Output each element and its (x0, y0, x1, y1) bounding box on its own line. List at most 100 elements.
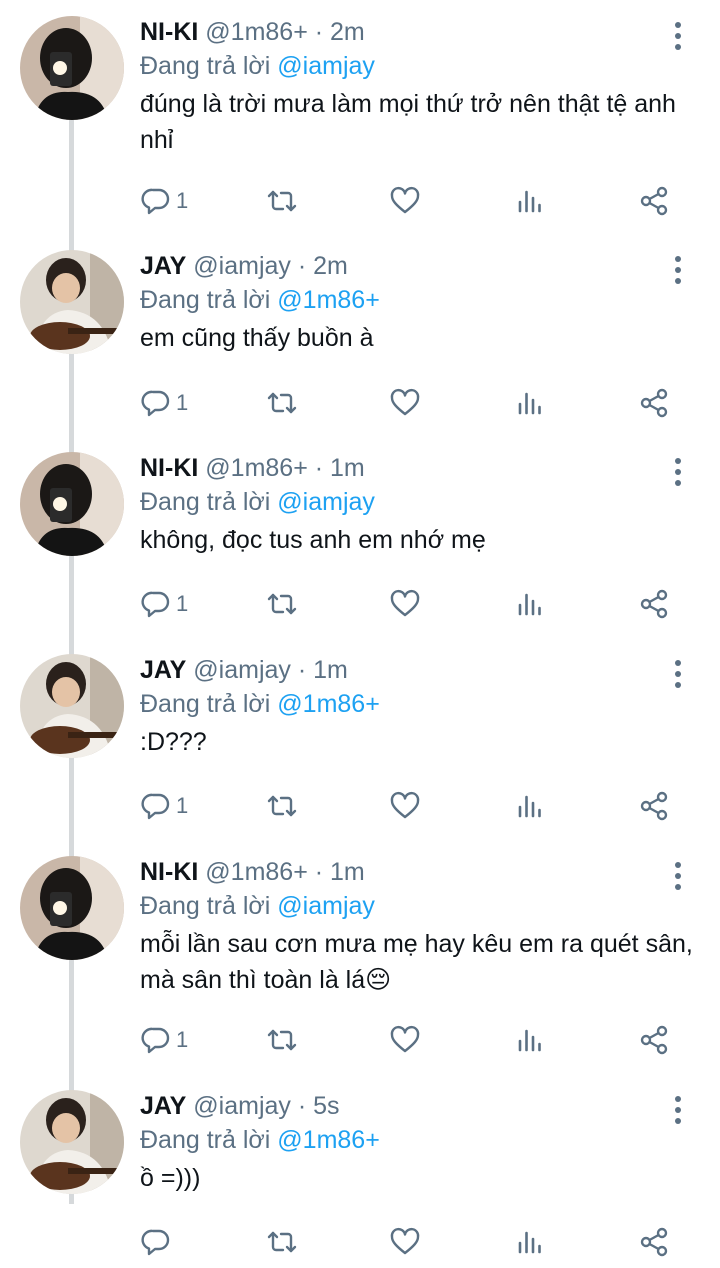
handle-time: @iamjay · 2m (193, 252, 348, 280)
tweet-text: em cũng thấy buồn à (140, 324, 374, 352)
share-button[interactable] (638, 1222, 670, 1262)
handle-time: @iamjay · 1m (193, 656, 348, 684)
share-icon (640, 1025, 668, 1055)
retweet-button[interactable] (266, 584, 298, 624)
like-button[interactable] (389, 786, 421, 826)
share-icon (640, 186, 668, 216)
retweet-button[interactable] (266, 1020, 298, 1060)
tweet-header: JAY @iamjay · 2m (140, 252, 348, 281)
avatar-niki[interactable] (20, 16, 124, 120)
analytics-button[interactable] (514, 383, 546, 423)
heart-icon (390, 186, 420, 214)
retweet-button[interactable] (266, 1222, 298, 1262)
reply-icon (141, 390, 170, 417)
tweet-header: NI-KI @1m86+ · 2m (140, 18, 365, 47)
share-icon (640, 388, 668, 418)
reply-button[interactable]: 1 (140, 383, 188, 423)
share-icon (640, 589, 668, 619)
like-button[interactable] (389, 584, 421, 624)
replying-to: Đang trả lời @1m86+ (140, 286, 380, 315)
like-button[interactable] (389, 1020, 421, 1060)
more-vertical-icon[interactable] (664, 18, 692, 54)
display-name[interactable]: NI-KI (140, 858, 198, 886)
reply-button[interactable]: 1 (140, 181, 188, 221)
tweet-text: đúng là trời mưa làm mọi thứ trở nên thậ… (140, 90, 676, 154)
more-vertical-icon[interactable] (664, 656, 692, 692)
share-icon (640, 1227, 668, 1257)
share-button[interactable] (638, 584, 670, 624)
more-vertical-icon[interactable] (664, 858, 692, 894)
mention-link[interactable]: @1m86+ (277, 690, 380, 718)
heart-icon (390, 1025, 420, 1053)
replying-prefix: Đang trả lời (140, 488, 271, 516)
tweet-item[interactable]: JAY @iamjay · 1m Đang trả lời @1m86+ :D?… (0, 638, 720, 840)
mention-link[interactable]: @iamjay (277, 892, 375, 920)
tweet-item[interactable]: NI-KI @1m86+ · 1m Đang trả lời @iamjay k… (0, 436, 720, 638)
heart-icon (390, 388, 420, 416)
heart-icon (390, 791, 420, 819)
action-bar: 1 (0, 584, 720, 624)
reply-icon (141, 188, 170, 215)
analytics-button[interactable] (514, 181, 546, 221)
share-button[interactable] (638, 181, 670, 221)
avatar-niki[interactable] (20, 452, 124, 556)
like-button[interactable] (389, 383, 421, 423)
action-bar (0, 1222, 720, 1262)
reply-button[interactable] (140, 1222, 176, 1262)
more-vertical-icon[interactable] (664, 454, 692, 490)
tweet-item[interactable]: NI-KI @1m86+ · 1m Đang trả lời @iamjay m… (0, 840, 720, 1076)
tweet-item[interactable]: NI-KI @1m86+ · 2m Đang trả lời @iamjay đ… (0, 0, 720, 236)
tweet-item[interactable]: JAY @iamjay · 2m Đang trả lời @1m86+ em … (0, 234, 720, 436)
retweet-button[interactable] (266, 786, 298, 826)
retweet-icon (267, 1231, 297, 1253)
replying-to: Đang trả lời @1m86+ (140, 1126, 380, 1155)
handle-time: @1m86+ · 1m (205, 454, 365, 482)
reply-count: 1 (176, 591, 189, 616)
reply-button[interactable]: 1 (140, 786, 188, 826)
display-name[interactable]: JAY (140, 252, 186, 280)
heart-icon (390, 1227, 420, 1255)
replying-to: Đang trả lời @1m86+ (140, 690, 380, 719)
tweet-text: :D??? (140, 728, 207, 756)
mention-link[interactable]: @1m86+ (277, 286, 380, 314)
more-vertical-icon[interactable] (664, 252, 692, 288)
avatar-jay[interactable] (20, 250, 124, 354)
retweet-button[interactable] (266, 383, 298, 423)
display-name[interactable]: NI-KI (140, 454, 198, 482)
tweet-header: JAY @iamjay · 5s (140, 1092, 340, 1121)
reply-count: 1 (176, 390, 189, 415)
mention-link[interactable]: @iamjay (277, 488, 375, 516)
display-name[interactable]: JAY (140, 1092, 186, 1120)
avatar-jay[interactable] (20, 1090, 124, 1194)
analytics-button[interactable] (514, 584, 546, 624)
analytics-button[interactable] (514, 1020, 546, 1060)
analytics-button[interactable] (514, 786, 546, 826)
tweet-text: mỗi lần sau cơn mưa mẹ hay kêu em ra qué… (140, 930, 693, 994)
tweet-header: NI-KI @1m86+ · 1m (140, 454, 365, 483)
like-button[interactable] (389, 1222, 421, 1262)
mention-link[interactable]: @iamjay (277, 52, 375, 80)
display-name[interactable]: JAY (140, 656, 186, 684)
retweet-button[interactable] (266, 181, 298, 221)
share-button[interactable] (638, 786, 670, 826)
share-button[interactable] (638, 383, 670, 423)
reply-button[interactable]: 1 (140, 1020, 188, 1060)
action-bar: 1 (0, 181, 720, 221)
tweet-item[interactable]: JAY @iamjay · 5s Đang trả lời @1m86+ ồ =… (0, 1074, 720, 1268)
analytics-icon (518, 392, 541, 415)
avatar-jay[interactable] (20, 654, 124, 758)
reply-icon (141, 1027, 170, 1054)
handle-time: @1m86+ · 1m (205, 858, 365, 886)
more-vertical-icon[interactable] (664, 1092, 692, 1128)
display-name[interactable]: NI-KI (140, 18, 198, 46)
reply-count: 1 (176, 1027, 189, 1052)
reply-button[interactable]: 1 (140, 584, 188, 624)
share-button[interactable] (638, 1020, 670, 1060)
like-button[interactable] (389, 181, 421, 221)
tweet-header: JAY @iamjay · 1m (140, 656, 348, 685)
avatar-niki[interactable] (20, 856, 124, 960)
retweet-icon (267, 1029, 297, 1051)
analytics-button[interactable] (514, 1222, 546, 1262)
action-bar: 1 (0, 786, 720, 826)
mention-link[interactable]: @1m86+ (277, 1126, 380, 1154)
